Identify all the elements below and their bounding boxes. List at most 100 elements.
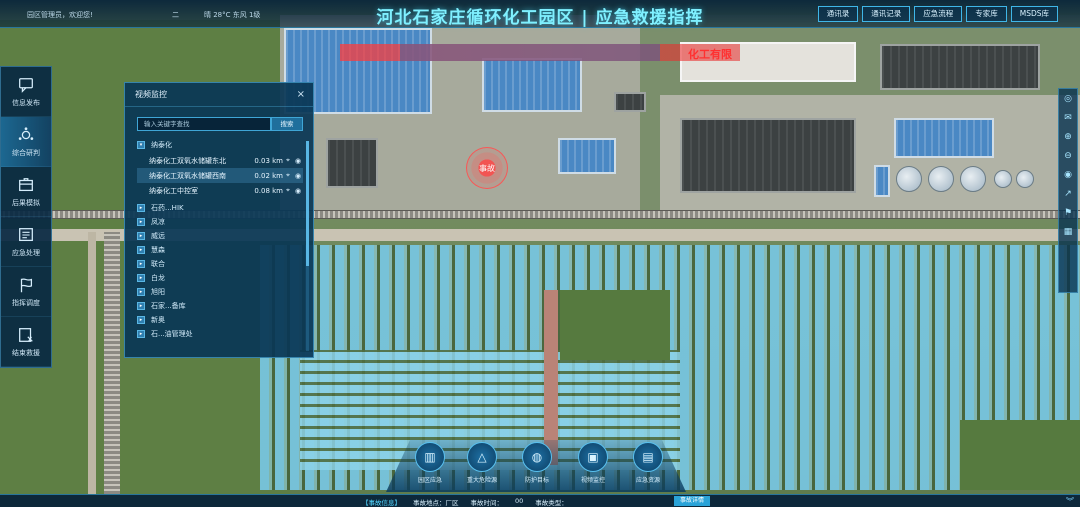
eye-icon[interactable]: ◉ [293, 157, 303, 165]
map-red-road [544, 290, 558, 465]
expand-icon[interactable]: ▸ [137, 232, 145, 240]
zoom-out-icon[interactable]: ⊖ [1062, 150, 1074, 162]
tree-node-label: 联合 [151, 260, 165, 268]
accident-detail-button[interactable]: 事故详情 [674, 496, 711, 506]
end-icon [19, 327, 33, 342]
nav-item-end-rescue[interactable]: 结束救援 [1, 317, 51, 367]
scrollbar-thumb[interactable] [306, 141, 309, 266]
map-tank [994, 170, 1012, 188]
close-icon[interactable]: × [297, 83, 305, 107]
camera-name: 纳泰化工中控室 [149, 186, 198, 195]
nav-item-simulation[interactable]: 后果模拟 [1, 167, 51, 217]
top-header: 园区管理员，欢迎您! 二 晴 28°C 东风 1级 河北石家庄循环化工园区 | … [0, 0, 1080, 28]
page-title: 河北石家庄循环化工园区 | 应急救援指挥 [376, 8, 704, 28]
search-input[interactable]: 输入关键字查找 [137, 117, 271, 131]
map-building [326, 138, 378, 188]
dock-label: 重大危险源 [466, 477, 497, 484]
expand-icon[interactable]: ▸ [137, 288, 145, 296]
date-text: 二 [172, 11, 179, 19]
tree-node[interactable]: ▸ 石...油管理处 [137, 328, 303, 340]
target-icon[interactable]: ◉ [1062, 169, 1074, 181]
search-button[interactable]: 搜索 [271, 117, 303, 131]
camera-item[interactable]: 纳泰化工双氧水储罐西南 0.02 km ⌖ ◉ [137, 168, 303, 183]
location-pin-icon[interactable]: ⌖ [283, 186, 293, 195]
grid-icon[interactable]: ▦ [1062, 226, 1074, 238]
expert-db-button[interactable]: 专家库 [966, 6, 1007, 22]
tree-node[interactable]: ▸ 石家...备库 [137, 300, 303, 312]
weather-text: 晴 28°C 东风 1级 [204, 11, 261, 19]
map-building [894, 118, 994, 158]
tree-node[interactable]: ▸ 石药...HIK [137, 202, 303, 214]
accident-type: 事故类型： [535, 499, 568, 507]
contacts-button[interactable]: 通讯录 [817, 6, 859, 22]
flag-tool-icon[interactable]: ⚑ [1062, 207, 1074, 219]
protection-target-button[interactable]: ◍ 防护目标 [515, 442, 559, 484]
video-monitor-panel: 视频监控 × 输入关键字查找 搜索 ▾ 纳泰化 纳泰化工双氧水储罐东北 0.03… [124, 82, 314, 358]
camera-distance: 0.08 km [254, 186, 283, 195]
warning-icon: △ [467, 442, 497, 472]
emergency-resource-button[interactable]: ▤ 应急资源 [626, 442, 670, 484]
expand-icon[interactable]: ▸ [137, 302, 145, 310]
nav-item-handling[interactable]: 应急处理 [1, 217, 51, 267]
tree-node[interactable]: ▸ 慧森 [137, 244, 303, 256]
locate-icon[interactable]: ◎ [1062, 93, 1074, 105]
tree-node-expanded[interactable]: ▾ 纳泰化 [137, 139, 303, 151]
eye-icon[interactable]: ◉ [293, 172, 303, 180]
chevron-down-icon[interactable]: ︾ [1066, 496, 1074, 507]
accident-marker[interactable]: 事故 [466, 147, 508, 189]
accident-time-suffix: 00 [515, 497, 524, 505]
expand-icon[interactable]: ▸ [137, 204, 145, 212]
nav-label: 指挥调度 [12, 298, 40, 307]
welcome-text: 园区管理员，欢迎您! [27, 11, 93, 19]
map-building [874, 165, 890, 197]
call-log-button[interactable]: 通讯记录 [862, 6, 911, 22]
expand-icon[interactable]: ▸ [137, 316, 145, 324]
nav-item-info-publish[interactable]: 信息发布 [1, 67, 51, 117]
map-building [680, 118, 856, 193]
company-banner: 化工有限 [340, 44, 740, 61]
resource-icon: ▤ [633, 442, 663, 472]
expand-icon[interactable]: ▸ [137, 330, 145, 338]
info-header: 【事故信息】 [362, 499, 401, 507]
handling-icon [19, 227, 33, 241]
tree-node[interactable]: ▸ 白龙 [137, 272, 303, 284]
video-monitor-button[interactable]: ▣ 视频监控 [571, 442, 615, 484]
nav-label: 结束救援 [12, 348, 40, 357]
emergency-flow-button[interactable]: 应急流程 [914, 6, 963, 22]
camera-item[interactable]: 纳泰化工中控室 0.08 km ⌖ ◉ [137, 183, 303, 198]
expand-icon[interactable]: ▸ [137, 246, 145, 254]
map-tank [928, 166, 954, 192]
accident-info: 【事故信息】 事故地点：厂区 事故时间： 00 事故类型： [362, 497, 568, 507]
tree-node-label: 旭阳 [151, 288, 165, 296]
camera-distance: 0.02 km [254, 171, 283, 180]
map-building [482, 58, 582, 112]
nav-item-dispatch[interactable]: 指挥调度 [1, 267, 51, 317]
nav-item-analysis[interactable]: 综合研判 [1, 117, 51, 167]
tree-node[interactable]: ▸ 凤凉 [137, 216, 303, 228]
tree-node[interactable]: ▸ 威远 [137, 230, 303, 242]
flag-icon [20, 277, 33, 292]
tree-node-label: 石家...备库 [151, 302, 186, 310]
message-icon[interactable]: ✉ [1062, 112, 1074, 124]
hazard-source-button[interactable]: △ 重大危险源 [460, 442, 504, 484]
accident-time: 事故时间： [470, 499, 504, 507]
panel-scrollbar[interactable] [306, 141, 309, 351]
park-emergency-button[interactable]: ▥ 园区应急 [408, 442, 452, 484]
expand-icon[interactable]: ▸ [137, 274, 145, 282]
tree-node[interactable]: ▸ 联合 [137, 258, 303, 270]
measure-icon[interactable]: ↗ [1062, 188, 1074, 200]
tree-node[interactable]: ▸ 旭阳 [137, 286, 303, 298]
zoom-in-icon[interactable]: ⊕ [1062, 131, 1074, 143]
collapse-icon[interactable]: ▾ [137, 141, 145, 149]
tree-node[interactable]: ▸ 新奥 [137, 314, 303, 326]
msds-db-button[interactable]: MSDS库 [1010, 6, 1058, 22]
nav-label: 综合研判 [12, 148, 40, 157]
eye-icon[interactable]: ◉ [293, 187, 303, 195]
expand-icon[interactable]: ▸ [137, 260, 145, 268]
expand-icon[interactable]: ▸ [137, 218, 145, 226]
camera-item[interactable]: 纳泰化工双氧水储罐东北 0.03 km ⌖ ◉ [137, 153, 303, 168]
redaction-block [400, 44, 660, 61]
location-pin-icon[interactable]: ⌖ [283, 171, 293, 180]
location-pin-icon[interactable]: ⌖ [283, 156, 293, 165]
nav-label: 应急处理 [12, 248, 40, 257]
